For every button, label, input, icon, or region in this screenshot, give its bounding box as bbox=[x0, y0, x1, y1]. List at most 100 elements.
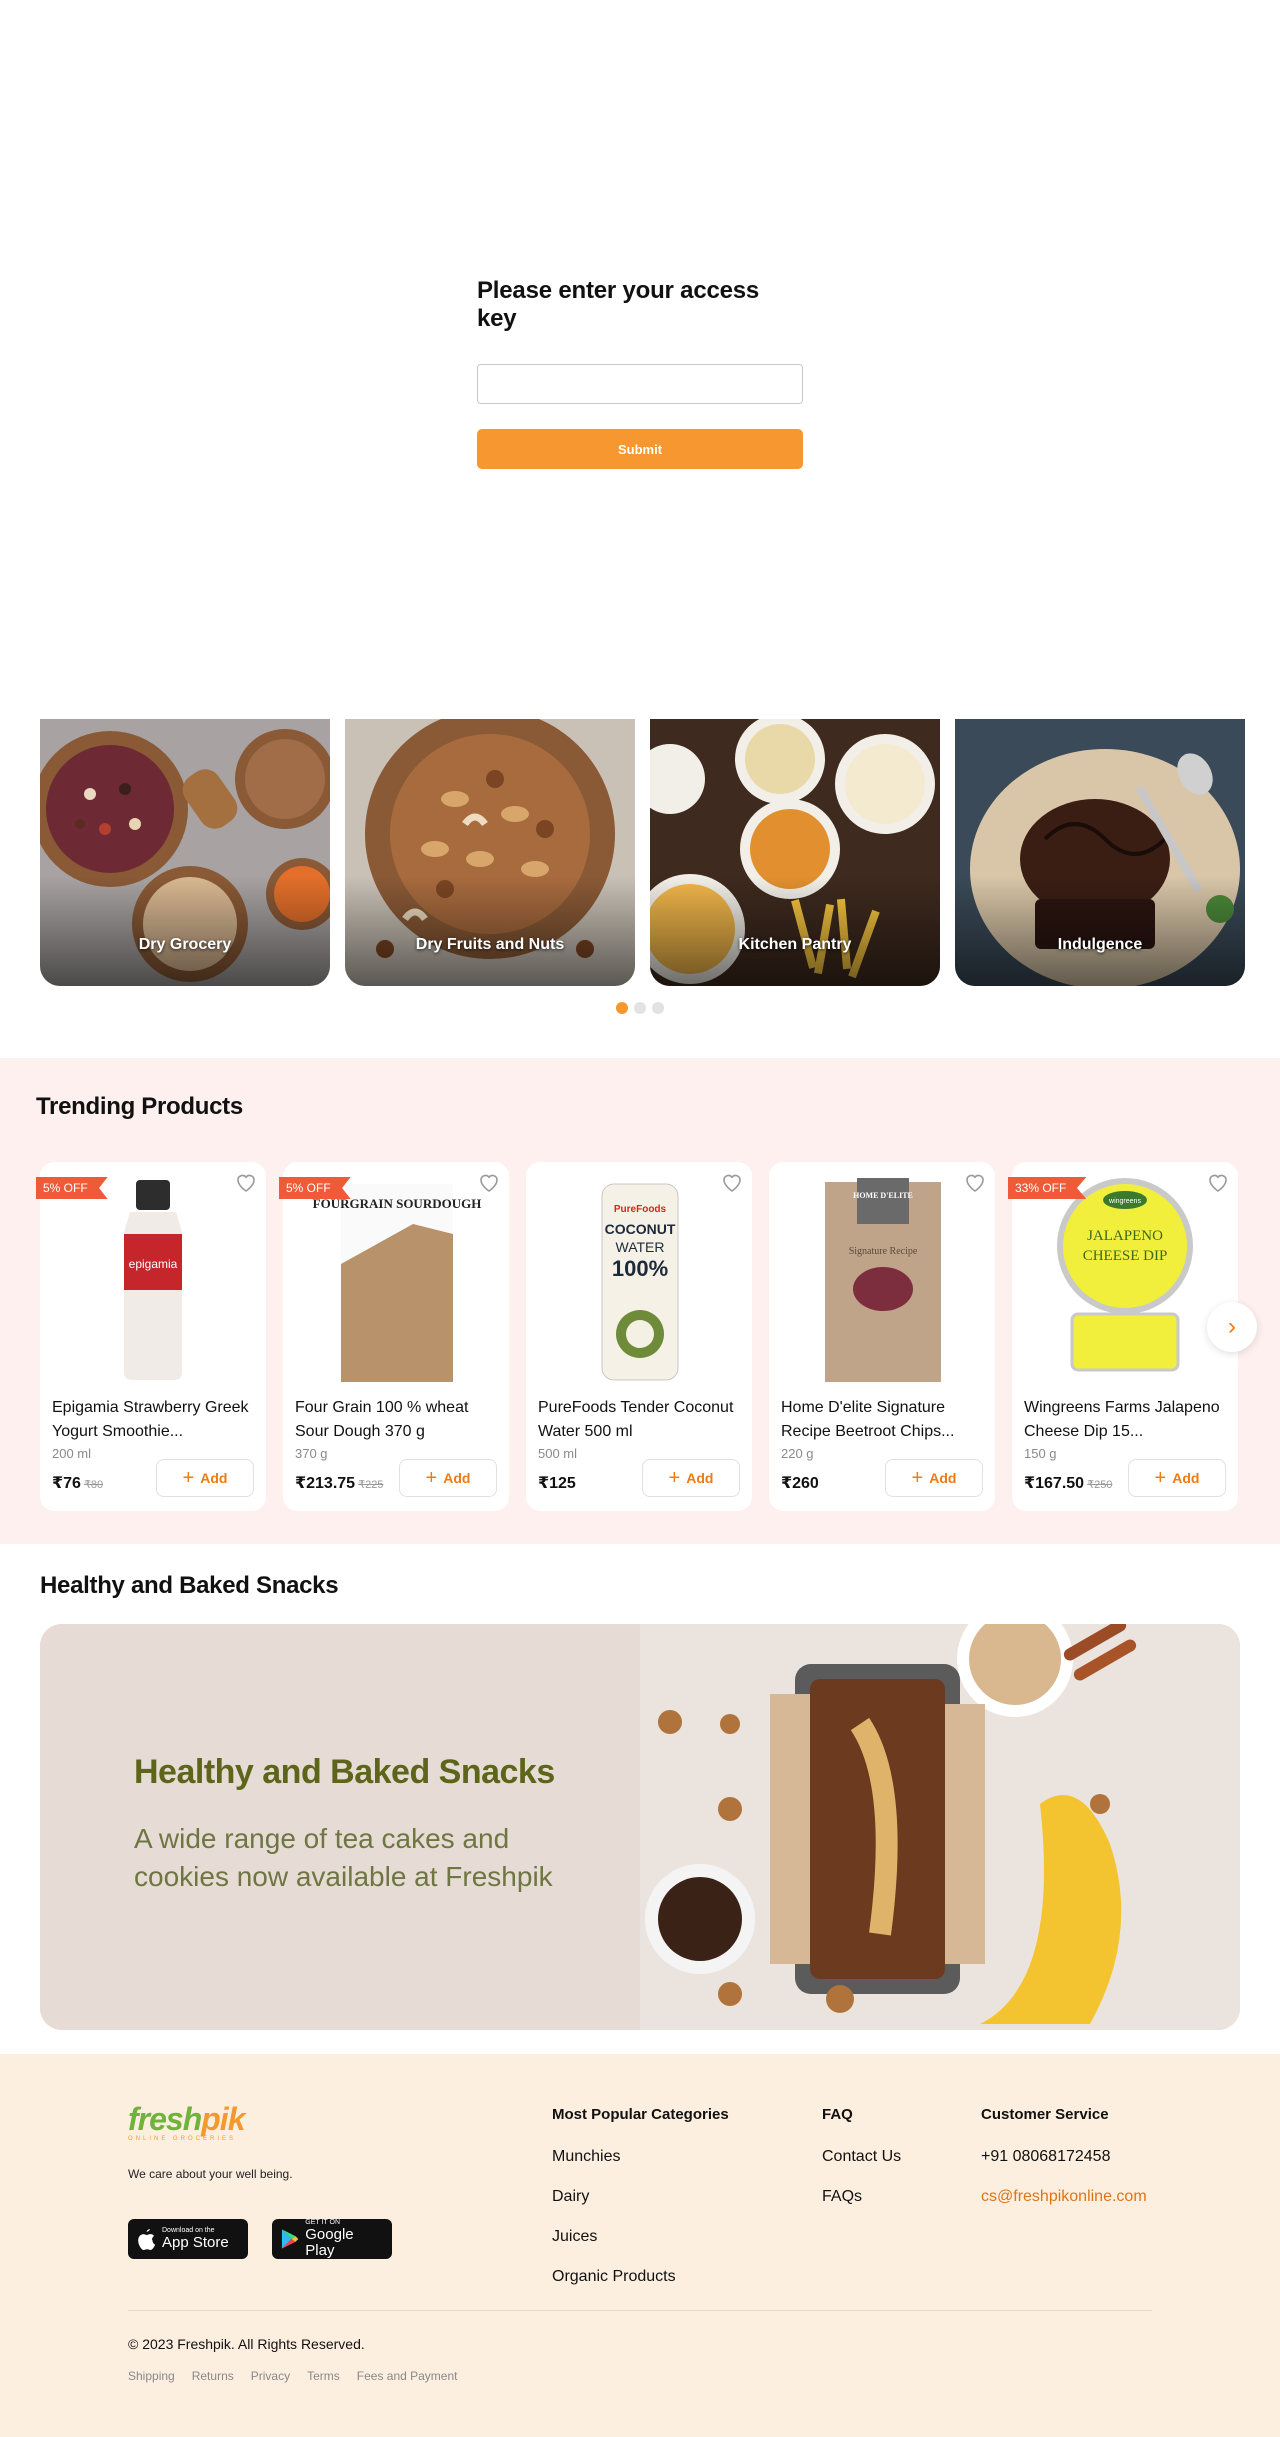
heart-icon[interactable] bbox=[477, 1170, 501, 1194]
google-play-icon bbox=[281, 2229, 299, 2249]
product-qty: 500 ml bbox=[538, 1446, 578, 1461]
freshpik-logo[interactable]: freshpik ONLINE GROCERIES bbox=[128, 2101, 245, 2142]
product-card[interactable]: HOME D'ELITE Signature Recipe Home D'eli… bbox=[769, 1162, 995, 1511]
yogurt-brand-text: epigamia bbox=[129, 1257, 178, 1271]
add-button[interactable]: + Add bbox=[1128, 1459, 1226, 1497]
product-name[interactable]: PureFoods Tender Coconut Water 500 ml bbox=[538, 1396, 740, 1444]
plus-icon: + bbox=[911, 1467, 924, 1489]
footer-link-organic[interactable]: Organic Products bbox=[552, 2266, 729, 2287]
footer-link-terms[interactable]: Terms bbox=[307, 2369, 340, 2383]
heart-icon[interactable] bbox=[963, 1170, 987, 1194]
category-label: Dry Grocery bbox=[138, 936, 232, 953]
phone-link[interactable]: +91 08068172458 bbox=[981, 2146, 1147, 2167]
plus-icon: + bbox=[1154, 1467, 1167, 1489]
apple-icon bbox=[138, 2229, 156, 2251]
footer-link-returns[interactable]: Returns bbox=[192, 2369, 234, 2383]
add-button[interactable]: + Add bbox=[885, 1459, 983, 1497]
app-store-badge[interactable]: Download on the App Store bbox=[128, 2219, 248, 2259]
product-price: ₹167.50 ₹250 bbox=[1024, 1475, 1113, 1492]
product-price: ₹260 bbox=[781, 1475, 819, 1492]
email-link[interactable]: cs@freshpikonline.com bbox=[981, 2186, 1147, 2207]
carousel-next-button[interactable]: › bbox=[1207, 1302, 1257, 1352]
category-card-dry-fruits[interactable]: Dry Fruits and Nuts bbox=[345, 719, 635, 986]
product-name[interactable]: Epigamia Strawberry Greek Yogurt Smoothi… bbox=[52, 1396, 254, 1444]
column-title: Most Popular Categories bbox=[552, 2106, 729, 2123]
trending-products-section: Trending Products 5% OFF epigamia Epigam… bbox=[0, 1058, 1280, 1544]
can-line3-text: 100% bbox=[612, 1256, 668, 1281]
product-name[interactable]: Wingreens Farms Jalapeno Cheese Dip 15..… bbox=[1024, 1396, 1226, 1444]
submit-button[interactable]: Submit bbox=[477, 429, 803, 469]
category-card-kitchen-pantry[interactable]: Kitchen Pantry bbox=[650, 719, 940, 986]
carousel-dots bbox=[616, 1002, 664, 1014]
customer-service-column: Customer Service +91 08068172458 cs@fres… bbox=[981, 2106, 1147, 2226]
product-price: ₹213.75 ₹225 bbox=[295, 1475, 384, 1492]
product-name[interactable]: Four Grain 100 % wheat Sour Dough 370 g bbox=[295, 1396, 497, 1444]
heart-icon[interactable] bbox=[1206, 1170, 1230, 1194]
footer: freshpik ONLINE GROCERIES We care about … bbox=[0, 2054, 1280, 2437]
footer-divider bbox=[128, 2310, 1152, 2311]
category-card-dry-grocery[interactable]: Dry Grocery bbox=[40, 719, 330, 986]
footer-bottom-links: Shipping Returns Privacy Terms Fees and … bbox=[128, 2369, 458, 2383]
product-image: epigamia bbox=[124, 1180, 182, 1380]
chevron-right-icon: › bbox=[1228, 1313, 1236, 1340]
discount-badge: 5% OFF bbox=[36, 1177, 108, 1199]
category-card-indulgence[interactable]: Indulgence bbox=[955, 719, 1245, 986]
footer-tagline: We care about your well being. bbox=[128, 2167, 293, 2181]
healthy-snacks-banner[interactable]: Healthy and Baked Snacks A wide range of… bbox=[40, 1624, 1240, 2030]
access-key-title: Please enter your access key bbox=[477, 277, 760, 332]
carousel-dot[interactable] bbox=[652, 1002, 664, 1014]
dip-line1-text: JALAPENO bbox=[1087, 1228, 1163, 1244]
faq-column: FAQ Contact Us FAQs bbox=[822, 2106, 901, 2226]
footer-link-faqs[interactable]: FAQs bbox=[822, 2186, 901, 2207]
footer-link-dairy[interactable]: Dairy bbox=[552, 2186, 729, 2207]
add-button[interactable]: + Add bbox=[642, 1459, 740, 1497]
product-qty: 370 g bbox=[295, 1446, 328, 1461]
product-mrp: ₹80 bbox=[83, 1479, 104, 1491]
carousel-dot[interactable] bbox=[634, 1002, 646, 1014]
category-label: Dry Fruits and Nuts bbox=[415, 936, 565, 953]
product-image: wingreens JALAPENO CHEESE DIP bbox=[1057, 1178, 1193, 1372]
can-brand-text: PureFoods bbox=[614, 1204, 667, 1215]
product-price: ₹76 ₹80 bbox=[52, 1475, 104, 1492]
footer-link-privacy[interactable]: Privacy bbox=[251, 2369, 290, 2383]
product-card[interactable]: 33% OFF wingreens JALAPENO CHEESE DIP Wi… bbox=[1008, 1162, 1238, 1511]
can-line2-text: WATER bbox=[616, 1239, 665, 1255]
carousel-dot[interactable] bbox=[616, 1002, 628, 1014]
banner-title: Healthy and Baked Snacks bbox=[134, 1753, 555, 1791]
product-card[interactable]: 5% OFF epigamia Epigamia Strawberry Gree… bbox=[36, 1162, 266, 1511]
heart-icon[interactable] bbox=[234, 1170, 258, 1194]
column-title: Customer Service bbox=[981, 2106, 1109, 2123]
footer-link-contact[interactable]: Contact Us bbox=[822, 2146, 901, 2167]
product-card[interactable]: PureFoods COCONUT WATER 100% PureFoods T… bbox=[526, 1162, 752, 1511]
chips-label-text: Signature Recipe bbox=[849, 1246, 918, 1257]
section-title: Healthy and Baked Snacks bbox=[40, 1572, 339, 1599]
product-qty: 150 g bbox=[1024, 1446, 1057, 1461]
discount-badge: 33% OFF bbox=[1008, 1177, 1087, 1199]
footer-link-juices[interactable]: Juices bbox=[552, 2226, 729, 2247]
plus-icon: + bbox=[668, 1467, 681, 1489]
category-label: Indulgence bbox=[1057, 936, 1143, 953]
banner-text: A wide range of tea cakes and cookies no… bbox=[134, 1823, 553, 1892]
footer-link-munchies[interactable]: Munchies bbox=[552, 2146, 729, 2167]
dip-brand-text: wingreens bbox=[1108, 1198, 1141, 1205]
plus-icon: + bbox=[182, 1467, 195, 1489]
product-mrp: ₹250 bbox=[1087, 1479, 1113, 1491]
copyright: © 2023 Freshpik. All Rights Reserved. bbox=[128, 2336, 365, 2352]
product-name[interactable]: Home D'elite Signature Recipe Beetroot C… bbox=[781, 1396, 983, 1444]
add-button[interactable]: + Add bbox=[156, 1459, 254, 1497]
product-card[interactable]: 5% OFF FOURGRAIN SOURDOUGH Four Grain 10… bbox=[279, 1162, 509, 1511]
access-key-input[interactable] bbox=[477, 364, 803, 404]
product-image: HOME D'ELITE Signature Recipe bbox=[825, 1178, 941, 1382]
product-image: FOURGRAIN SOURDOUGH bbox=[313, 1184, 481, 1382]
product-qty: 200 ml bbox=[52, 1446, 92, 1461]
section-title: Trending Products bbox=[36, 1093, 243, 1120]
category-label: Kitchen Pantry bbox=[738, 936, 852, 953]
dip-line2-text: CHEESE DIP bbox=[1083, 1248, 1168, 1264]
google-play-badge[interactable]: GET IT ON Google Play bbox=[272, 2219, 392, 2259]
footer-link-fees[interactable]: Fees and Payment bbox=[357, 2369, 458, 2383]
plus-icon: + bbox=[425, 1467, 438, 1489]
product-price: ₹125 bbox=[538, 1475, 576, 1492]
footer-link-shipping[interactable]: Shipping bbox=[128, 2369, 175, 2383]
heart-icon[interactable] bbox=[720, 1170, 744, 1194]
add-button[interactable]: + Add bbox=[399, 1459, 497, 1497]
